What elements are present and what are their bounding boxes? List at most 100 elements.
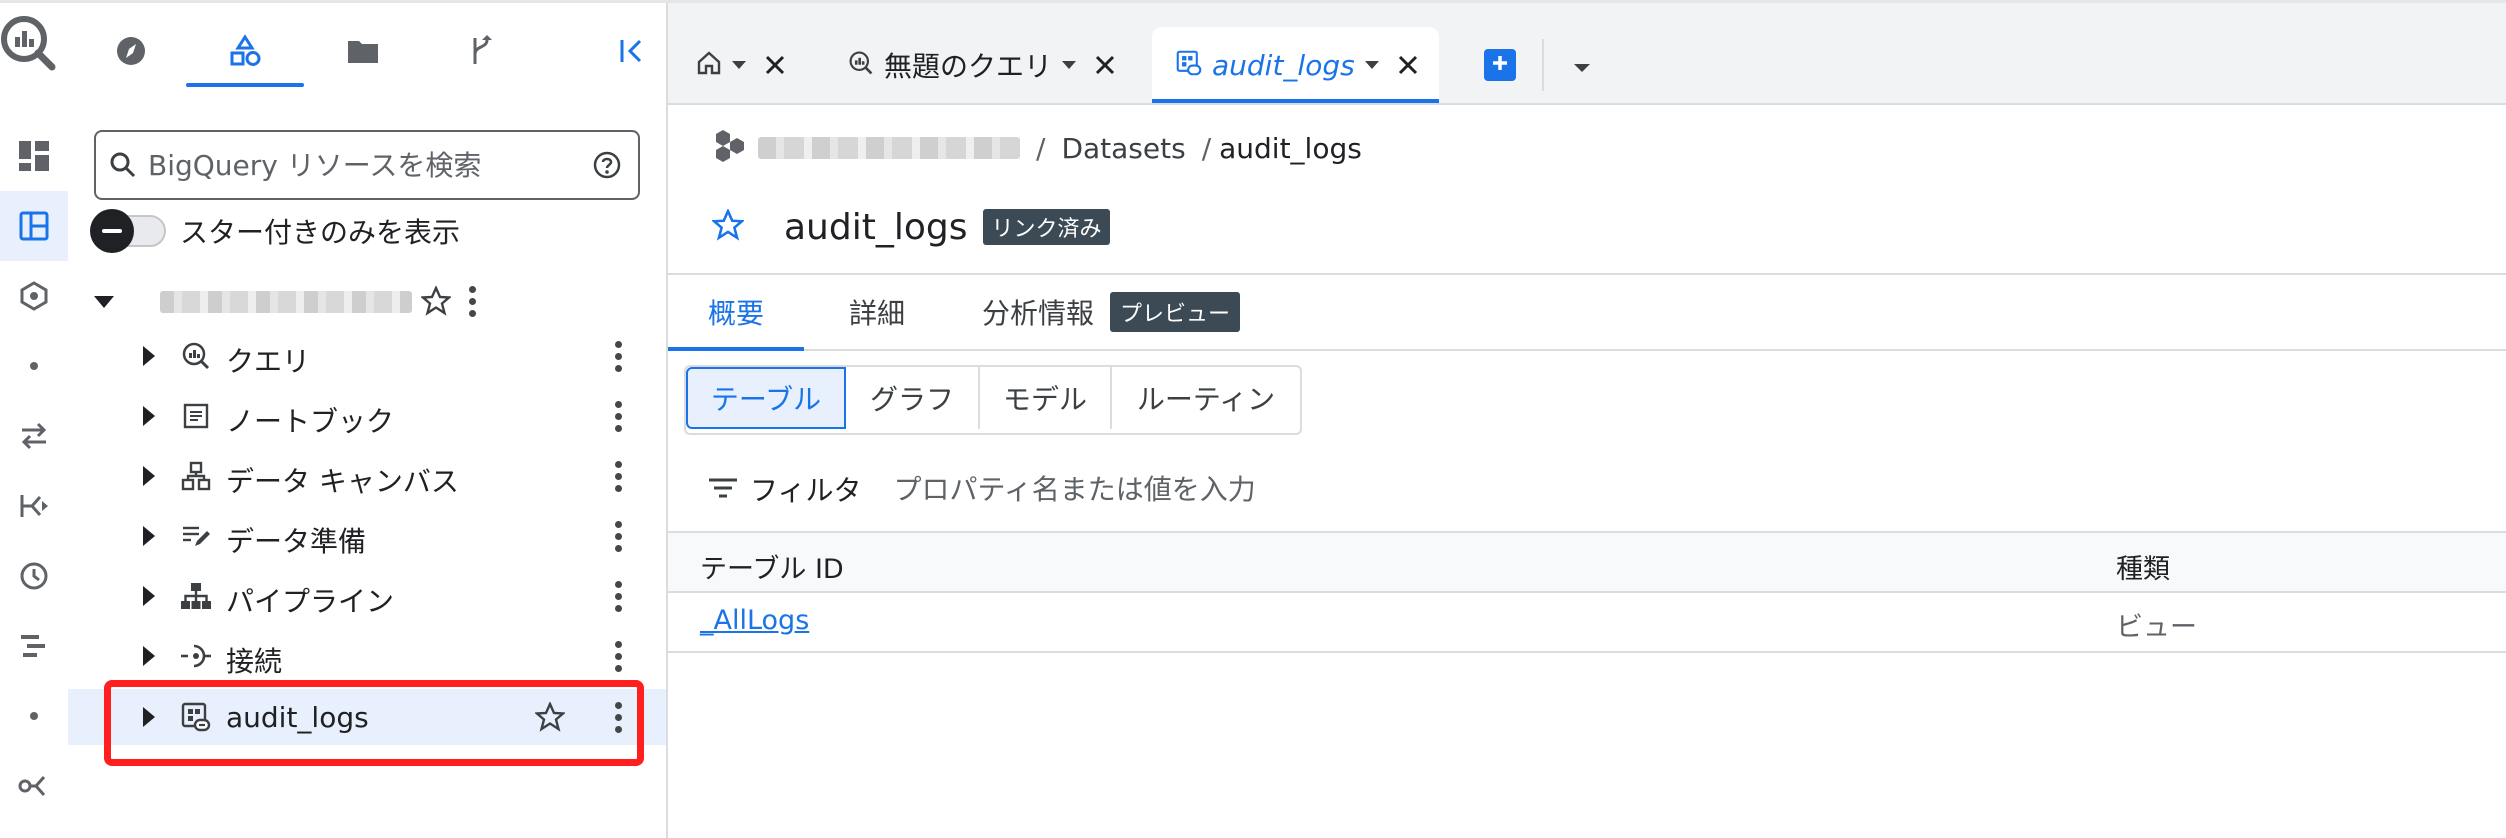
segment-graphs[interactable]: グラフ [846, 367, 980, 429]
tab-overview[interactable]: 概要 [668, 275, 804, 351]
star-icon[interactable] [532, 699, 568, 735]
chevron-down-icon[interactable] [1062, 60, 1077, 70]
tab-audit-logs[interactable]: audit_logs [1152, 27, 1439, 103]
tree-item-audit-logs[interactable]: audit_logs [68, 689, 666, 745]
close-icon[interactable] [1094, 54, 1116, 76]
tab-details[interactable]: 詳細 [804, 275, 950, 349]
main-panel: 無題のクエリ audit_logs / Datasets / audit_log… [668, 3, 2506, 838]
table-type: ビュー [2116, 612, 2197, 643]
caret-right-icon[interactable] [132, 458, 168, 494]
starred-only-toggle-row: スター付きのみを表示 [90, 209, 461, 253]
tab-label: audit_logs [1212, 48, 1355, 82]
explore-tab[interactable] [72, 23, 190, 83]
tree-project-row[interactable] [86, 279, 658, 325]
tree-item-notebooks[interactable]: ノートブック [68, 388, 666, 444]
column-header-type[interactable]: 種類 [2116, 547, 2170, 586]
governance-icon[interactable] [0, 261, 68, 331]
tab-insights[interactable]: 分析情報 プレビュー [982, 275, 1241, 349]
tree-item-connections[interactable]: 接続 [68, 628, 666, 684]
tree-item-label: ノートブック [226, 405, 395, 438]
collapse-left-icon [618, 37, 646, 69]
linked-dataset-icon [180, 701, 212, 733]
scheduled-queries-icon[interactable] [0, 541, 68, 611]
more-icon[interactable] [608, 697, 628, 737]
caret-right-icon[interactable] [132, 699, 168, 735]
chevron-down-icon[interactable] [1364, 60, 1379, 70]
starred-only-label: スター付きのみを表示 [180, 216, 461, 249]
chevron-down-icon[interactable] [732, 60, 746, 70]
plus-icon [1490, 53, 1510, 77]
starred-only-toggle[interactable] [90, 209, 166, 253]
workflow-icon[interactable] [0, 611, 68, 681]
filter-bar: フィルタ [708, 465, 1696, 513]
caret-down-icon[interactable] [86, 285, 122, 321]
pipelines-icon[interactable] [0, 471, 68, 541]
breadcrumb-datasets[interactable]: Datasets [1061, 132, 1185, 165]
filter-label: フィルタ [750, 474, 862, 507]
caret-right-icon[interactable] [132, 578, 168, 614]
pipeline-icon [180, 580, 212, 612]
dot-icon [0, 681, 68, 751]
star-icon[interactable] [418, 283, 454, 319]
tree-item-data-canvas[interactable]: データ キャンバス [68, 448, 666, 504]
query-icon [180, 340, 212, 372]
project-more-icon[interactable] [462, 281, 482, 321]
tab-list-button[interactable] [1564, 49, 1600, 85]
table-id-link[interactable]: _AllLogs [700, 605, 809, 636]
lineage-icon[interactable] [0, 751, 68, 821]
more-icon[interactable] [608, 636, 628, 676]
notebook-icon [180, 400, 212, 432]
caret-right-icon[interactable] [132, 398, 168, 434]
project-name-redacted[interactable] [758, 137, 1020, 159]
toggle-knob [90, 209, 134, 253]
segment-label: テーブル [710, 383, 822, 416]
tree-item-data-preparation[interactable]: データ準備 [68, 508, 666, 564]
caret-right-icon[interactable] [132, 338, 168, 374]
explorer-panel: スター付きのみを表示 クエリ ノートブック データ キャンバス [68, 3, 668, 838]
help-icon[interactable] [592, 150, 622, 180]
studio-icon[interactable] [0, 191, 68, 261]
tree-item-pipelines[interactable]: パイプライン [68, 568, 666, 624]
segment-tables[interactable]: テーブル [686, 367, 846, 429]
close-icon[interactable] [1397, 54, 1419, 76]
new-tab-button[interactable] [1484, 49, 1516, 81]
tab-home[interactable] [696, 27, 786, 103]
filter-input[interactable] [891, 471, 1696, 507]
breadcrumb: / Datasets / audit_logs [714, 127, 1362, 169]
tree-item-label: データ準備 [226, 525, 367, 558]
bigquery-logo-icon[interactable] [0, 3, 64, 79]
more-icon[interactable] [608, 336, 628, 376]
editor-tab-bar: 無題のクエリ audit_logs [668, 3, 2506, 105]
home-icon [696, 50, 722, 80]
page-title: audit_logs [784, 206, 968, 248]
data-transfer-icon[interactable] [0, 401, 68, 471]
classic-explorer-tab[interactable] [186, 23, 304, 87]
resource-search[interactable] [94, 130, 640, 200]
explorer-tabs [68, 3, 666, 99]
tree-item-label: audit_logs [226, 701, 369, 734]
tab-untitled-query[interactable]: 無題のクエリ [848, 27, 1116, 103]
tab-label: 詳細 [848, 297, 905, 330]
segment-models[interactable]: モデル [980, 367, 1112, 429]
dashboard-icon[interactable] [0, 121, 68, 191]
segment-routines[interactable]: ルーティン [1112, 367, 1300, 429]
more-icon[interactable] [608, 576, 628, 616]
files-tab[interactable] [304, 23, 422, 83]
star-icon[interactable] [710, 207, 746, 245]
caret-right-icon[interactable] [132, 518, 168, 554]
resource-type-segmented: テーブル グラフ モデル ルーティン [684, 365, 1302, 435]
close-icon[interactable] [764, 54, 786, 76]
linked-dataset-icon [1176, 50, 1202, 80]
more-icon[interactable] [608, 396, 628, 436]
collapse-panel-button[interactable] [612, 33, 652, 73]
more-icon[interactable] [608, 456, 628, 496]
tree-item-queries[interactable]: クエリ [68, 328, 666, 384]
column-header-table-id[interactable]: テーブル ID [700, 547, 844, 586]
filter-icon [708, 473, 738, 506]
caret-right-icon[interactable] [132, 638, 168, 674]
repository-tab[interactable] [422, 23, 540, 83]
table-header: テーブル ID 種類 [668, 531, 2506, 593]
left-nav-rail [0, 3, 70, 838]
search-input[interactable] [146, 147, 592, 183]
more-icon[interactable] [608, 516, 628, 556]
